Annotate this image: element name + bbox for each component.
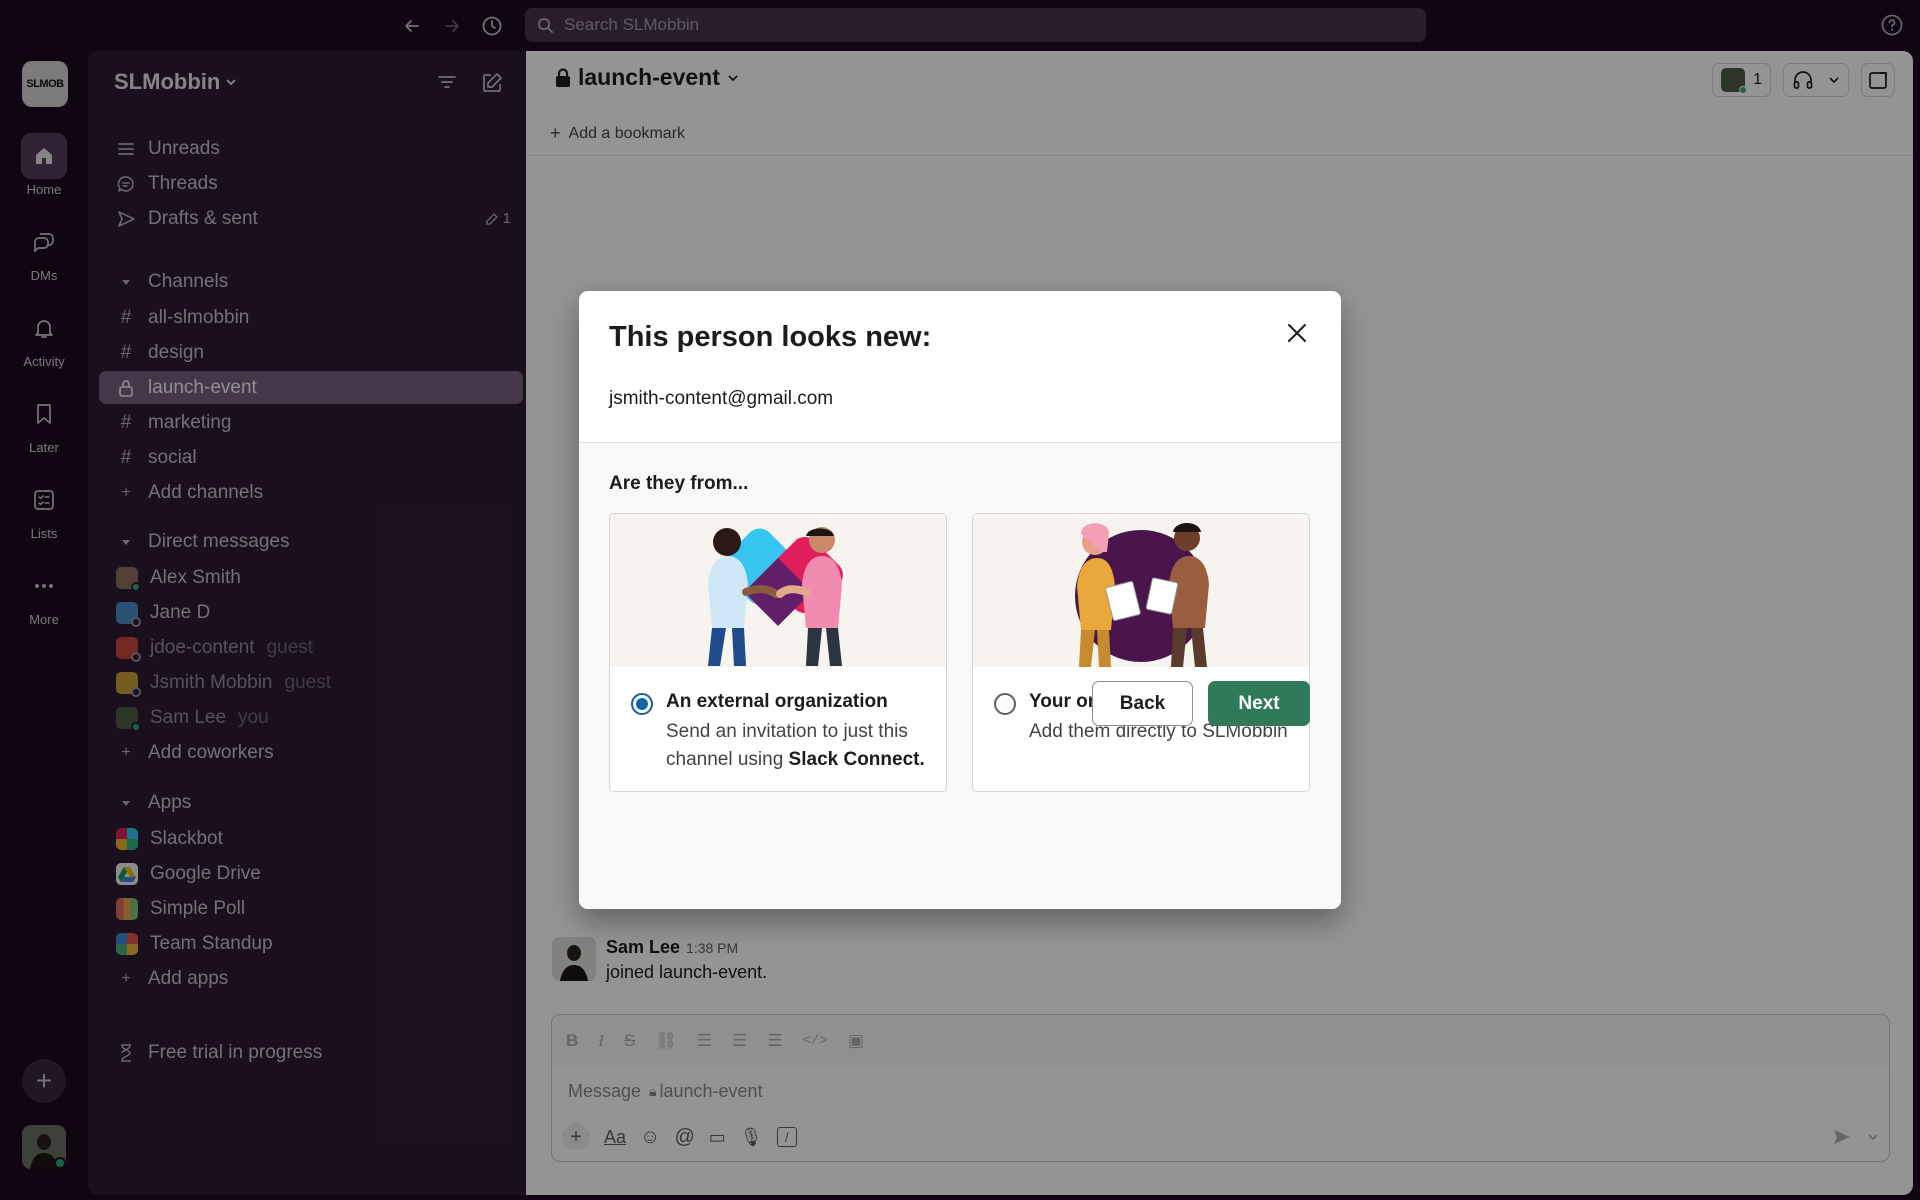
invitee-email: jsmith-content@gmail.com [609, 388, 834, 409]
your-org-illustration [973, 514, 1309, 667]
back-label: Back [1119, 692, 1166, 714]
option-title: An external organization [666, 691, 888, 712]
option-your-organization[interactable]: Your organization Add them directly to S… [972, 513, 1310, 792]
close-icon[interactable] [1279, 315, 1315, 351]
option-external-organization[interactable]: An external organization Send an invitat… [609, 513, 947, 792]
external-org-illustration [610, 514, 946, 667]
modal-title: This person looks new: [609, 321, 932, 353]
modal-body: Are they from... An external organizatio… [579, 443, 1341, 909]
next-label: Next [1238, 692, 1280, 714]
slack-connect-label: Slack Connect. [788, 749, 925, 770]
back-button[interactable]: Back [1092, 681, 1193, 726]
next-button[interactable]: Next [1208, 681, 1310, 726]
external-radio[interactable] [631, 693, 653, 715]
option-description: Send an invitation to just this channel … [666, 718, 926, 774]
invite-type-modal: This person looks new: jsmith-content@gm… [579, 291, 1341, 909]
modal-question: Are they from... [609, 473, 749, 494]
your-org-radio[interactable] [994, 693, 1016, 715]
